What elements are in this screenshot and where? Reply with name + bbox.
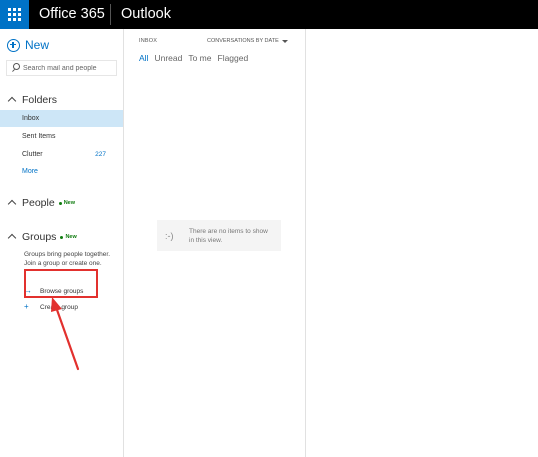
filter-unread[interactable]: Unread xyxy=(154,53,182,63)
filter-all[interactable]: All xyxy=(139,53,148,63)
groups-heading: Groups xyxy=(22,231,57,243)
new-badge: New xyxy=(58,200,76,206)
caret-down-icon xyxy=(281,39,288,43)
sort-dropdown[interactable]: CONVERSATIONS BY DATE xyxy=(207,38,288,44)
chevron-up-icon xyxy=(8,199,16,207)
smiley-icon: :-) xyxy=(165,230,174,241)
search-icon xyxy=(9,61,23,75)
filter-flagged[interactable]: Flagged xyxy=(218,53,249,63)
unread-count: 227 xyxy=(95,151,106,158)
groups-section-toggle[interactable]: Groups New xyxy=(8,231,77,243)
folder-name: Clutter xyxy=(22,151,43,158)
folder-clutter[interactable]: Clutter 227 xyxy=(0,146,123,163)
folder-sent-items[interactable]: Sent Items xyxy=(0,128,123,145)
suite-header: Office 365 Outlook xyxy=(0,0,538,29)
groups-description: Groups bring people together. Join a gro… xyxy=(24,251,111,267)
empty-message: There are no items to show in this view. xyxy=(189,227,268,244)
people-heading: People xyxy=(22,197,55,209)
people-section-toggle[interactable]: People New xyxy=(8,197,75,209)
new-badge-text: New xyxy=(65,234,77,240)
chevron-up-icon xyxy=(8,96,16,104)
filter-tabs: All Unread To me Flagged xyxy=(139,53,254,63)
app-title[interactable]: Outlook xyxy=(121,6,171,22)
folder-title: INBOX xyxy=(139,38,158,44)
folder-name: Sent Items xyxy=(22,133,56,140)
folders-heading: Folders xyxy=(22,94,58,106)
empty-state: :-) There are no items to show in this v… xyxy=(157,220,281,251)
highlight-box xyxy=(24,269,98,298)
sort-label: CONVERSATIONS BY DATE xyxy=(207,38,279,44)
folder-name: Inbox xyxy=(22,115,40,122)
app-launcher-icon[interactable] xyxy=(0,0,29,29)
new-badge: New xyxy=(60,234,77,240)
plus-icon: + xyxy=(24,302,29,311)
chevron-up-icon xyxy=(8,233,16,241)
reading-pane xyxy=(307,29,538,457)
new-mail-label: New xyxy=(25,38,50,52)
plus-circle-icon xyxy=(7,38,20,52)
left-nav: New Folders Inbox Sent Items Clutter 227… xyxy=(0,29,124,457)
folder-inbox[interactable]: Inbox xyxy=(0,110,123,127)
annotation-arrow xyxy=(51,297,80,371)
suite-title[interactable]: Office 365 xyxy=(39,6,105,22)
new-mail-button[interactable]: New xyxy=(7,37,49,53)
header-divider xyxy=(110,4,111,25)
folders-more-link[interactable]: More xyxy=(0,163,123,180)
search-box[interactable] xyxy=(6,60,117,76)
more-label: More xyxy=(22,168,38,175)
folders-section-toggle[interactable]: Folders xyxy=(8,94,57,106)
search-input[interactable] xyxy=(23,64,115,72)
new-badge-text: New xyxy=(63,200,76,206)
filter-to-me[interactable]: To me xyxy=(188,53,211,63)
message-list-pane: INBOX CONVERSATIONS BY DATE All Unread T… xyxy=(124,29,306,457)
